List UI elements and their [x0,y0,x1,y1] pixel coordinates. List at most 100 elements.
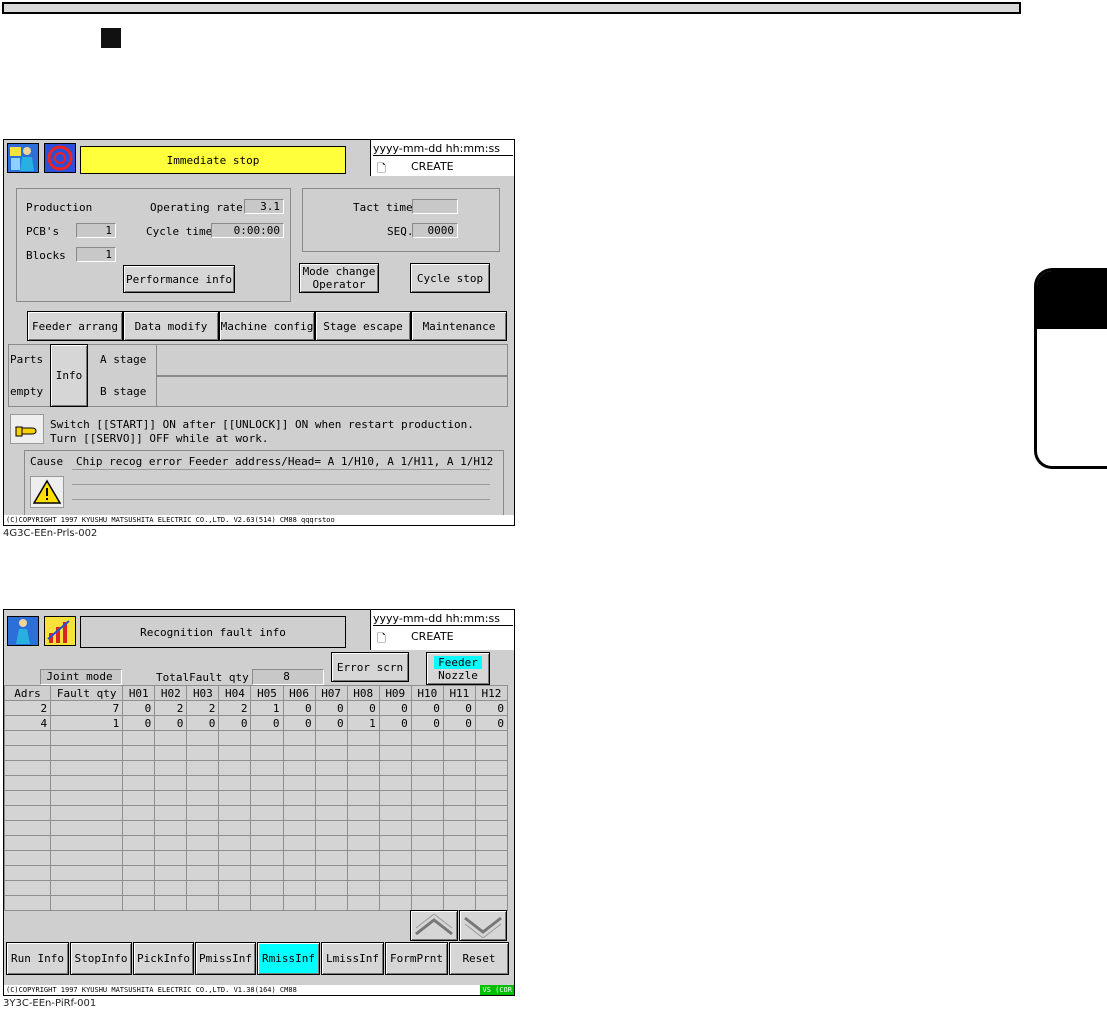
column-header: H09 [378,685,412,701]
bottom-button-rmissinf[interactable]: RmissInf [257,942,320,975]
operator-icon[interactable] [7,143,39,173]
table-cell [410,850,444,866]
table-cell [122,790,156,806]
table-cell [410,895,444,911]
table-cell [346,880,380,896]
scroll-up-button[interactable] [410,910,458,941]
datetime: yyyy-mm-dd hh:mm:ss [373,612,513,626]
mode-label: CREATE [411,160,454,173]
table-cell [474,895,509,911]
table-row[interactable] [4,895,509,911]
table-cell: 0 [346,700,380,716]
table-cell [346,775,380,791]
table-cell: 1 [50,715,124,731]
tab-data-modify[interactable]: Data modify [123,311,219,341]
cycle-stop-button[interactable]: Cycle stop [410,263,490,293]
feeder-nozzle-toggle[interactable]: Feeder Nozzle [426,652,490,685]
table-cell: 2 [154,700,188,716]
table-cell [250,850,284,866]
table-cell: 0 [410,700,444,716]
table-cell [314,790,348,806]
table-cell [410,805,444,821]
table-row[interactable]: 27022210000000 [4,700,509,716]
tab-stage-escape[interactable]: Stage escape [315,311,411,341]
table-cell [346,895,380,911]
table-cell: 0 [282,715,316,731]
table-cell [50,865,124,881]
column-header: Adrs [4,685,52,701]
table-row[interactable] [4,880,509,896]
bottom-button-pickinfo[interactable]: PickInfo [133,942,194,975]
production-label: Production [26,201,93,214]
table-cell [122,730,156,746]
table-cell [314,760,348,776]
section-marker [101,28,121,48]
info-button[interactable]: Info [50,344,88,407]
table-cell [122,775,156,791]
table-cell [346,730,380,746]
bottom-button-formprnt[interactable]: FormPrnt [385,942,448,975]
table-row[interactable] [4,760,509,776]
table-cell [410,835,444,851]
table-cell [50,805,124,821]
table-cell [4,850,52,866]
table-row[interactable] [4,745,509,761]
operating-rate-value: 3.1 [244,199,284,214]
table-cell [314,880,348,896]
table-row[interactable] [4,850,509,866]
table-cell [282,745,316,761]
table-cell [50,895,124,911]
operator-icon[interactable] [7,616,39,646]
table-cell [378,850,412,866]
tab-maintenance[interactable]: Maintenance [411,311,507,341]
table-cell [154,895,188,911]
table-row[interactable] [4,835,509,851]
table-cell [410,730,444,746]
document-icon: 🗋 [377,632,386,645]
performance-info-button[interactable]: Performance info [123,265,235,293]
datetime-panel: yyyy-mm-dd hh:mm:ss 🗋 CREATE [370,610,514,650]
copyright-text: (C)COPYRIGHT 1997 KYUSHU MATSUSHITA ELEC… [6,986,297,994]
table-cell [378,805,412,821]
table-cell [218,760,252,776]
table-row[interactable] [4,790,509,806]
screen-title: Recognition fault info [80,616,346,648]
tact-time-value [412,199,458,214]
table-cell [314,820,348,836]
tab-machine-config[interactable]: Machine config [219,311,315,341]
bottom-button-pmissinf[interactable]: PmissInf [195,942,256,975]
mode-change-button[interactable]: Mode change Operator [299,263,379,293]
table-cell [346,805,380,821]
column-header: H11 [442,685,476,701]
bottom-button-reset[interactable]: Reset [449,942,509,975]
table-cell [4,880,52,896]
table-row[interactable] [4,730,509,746]
bottom-button-lmissinf[interactable]: LmissInf [321,942,384,975]
bar-chart-icon[interactable] [44,616,76,646]
table-cell [154,730,188,746]
table-row[interactable] [4,775,509,791]
table-cell [474,790,509,806]
table-cell [474,835,509,851]
table-row[interactable] [4,865,509,881]
error-scrn-button[interactable]: Error scrn [331,652,409,682]
bottom-button-stopinfo[interactable]: StopInfo [70,942,132,975]
table-row[interactable]: 41000000010000 [4,715,509,731]
table-row[interactable] [4,805,509,821]
stop-icon[interactable] [44,143,76,173]
tab-feeder-arrang[interactable]: Feeder arrang [27,311,123,341]
table-cell: 0 [314,715,348,731]
table-cell [50,775,124,791]
table-cell [122,865,156,881]
scroll-down-button[interactable] [459,910,507,941]
table-cell [250,805,284,821]
column-header: H06 [282,685,316,701]
table-cell [474,760,509,776]
table-row[interactable] [4,820,509,836]
total-fault-value: 8 [252,669,324,685]
table-cell [186,775,220,791]
bottom-button-run-info[interactable]: Run Info [6,942,69,975]
table-cell [4,775,52,791]
cause-line-2 [72,484,490,485]
table-cell [282,865,316,881]
